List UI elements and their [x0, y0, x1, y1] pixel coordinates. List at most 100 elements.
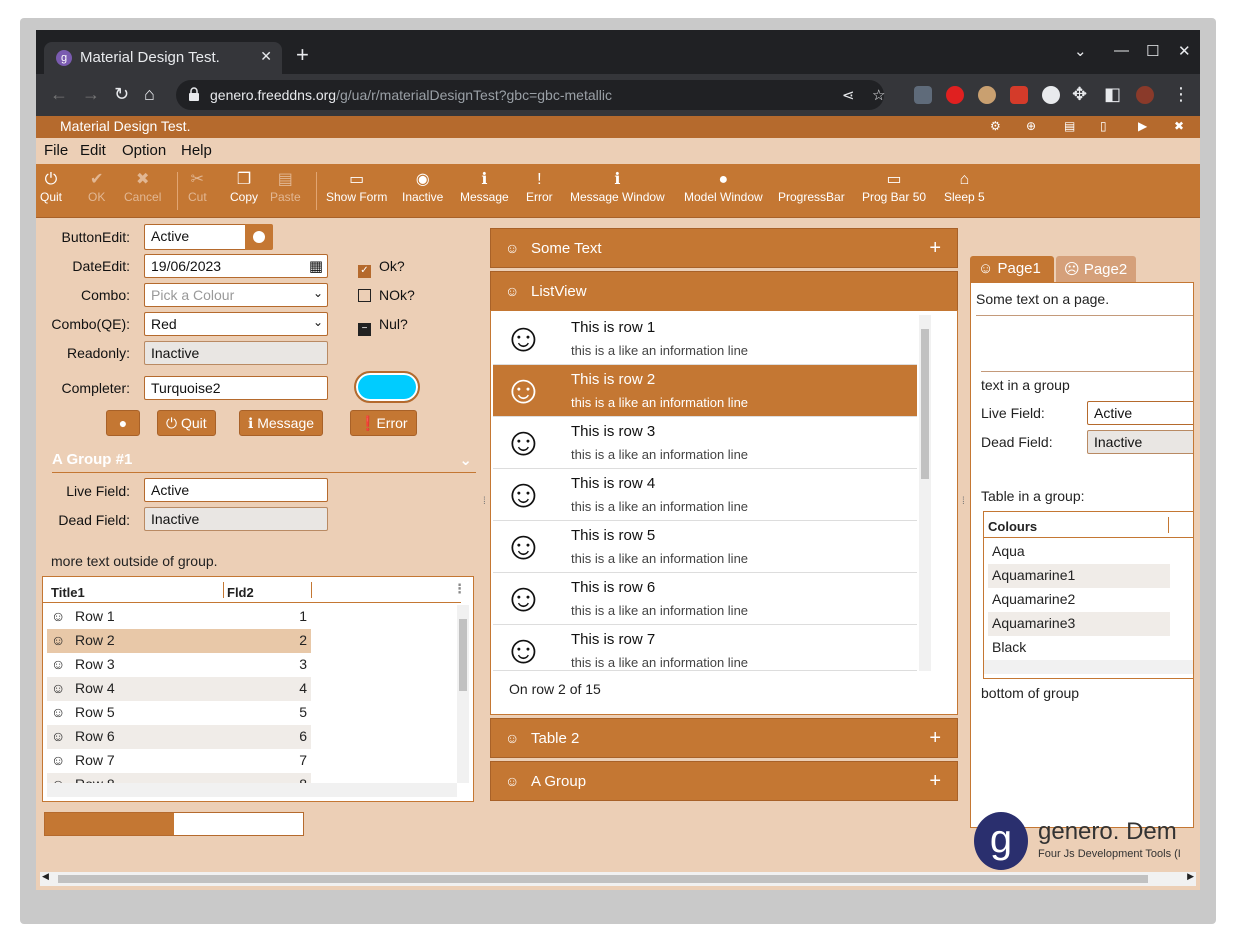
tab-page1[interactable]: ☺ Page1	[970, 256, 1054, 282]
accordion-table-2[interactable]: ☺ Table 2 +	[490, 718, 958, 758]
quit-button[interactable]: ⏻ Quit	[157, 410, 216, 436]
action-error-button[interactable]: ! Error	[526, 170, 553, 204]
address-bar[interactable]: genero.freeddns.org/g/ua/r/materialDesig…	[176, 80, 885, 110]
horizontal-scrollbar[interactable]	[984, 660, 1193, 674]
close-window-icon[interactable]: ✕	[1178, 42, 1191, 60]
vertical-scrollbar[interactable]	[457, 605, 469, 783]
splitter-handle[interactable]: ⁞	[483, 496, 487, 507]
menu-help[interactable]: Help	[181, 142, 212, 159]
buttonedit-button[interactable]	[245, 224, 273, 250]
document-icon[interactable]: ▤	[1064, 119, 1075, 133]
menu-option[interactable]: Option	[122, 142, 166, 159]
table-row[interactable]: ☺ Row 1 1	[47, 605, 311, 629]
calendar-icon[interactable]: ▦	[309, 257, 323, 275]
nul-checkbox[interactable]: − Nul?	[358, 316, 408, 336]
tab-search-icon[interactable]: ⌄	[1074, 42, 1087, 60]
action-inactive-button[interactable]: ◉ Inactive	[402, 170, 443, 204]
action-model-window-button[interactable]: ● Model Window	[684, 170, 763, 204]
close-app-icon[interactable]: ✖	[1174, 119, 1184, 133]
minimize-icon[interactable]: —	[1114, 42, 1129, 59]
column-header[interactable]: Colours	[988, 519, 1037, 534]
table-row[interactable]: ☺ Row 5 5	[47, 701, 311, 725]
list-item[interactable]: ☺ This is row 4 this is a like an informat…	[493, 469, 917, 521]
completer-field[interactable]: Turquoise2	[144, 376, 328, 400]
menu-edit[interactable]: Edit	[80, 142, 106, 159]
splitter-handle[interactable]: ⁞	[962, 496, 966, 507]
bookmark-star-icon[interactable]: ☆	[872, 86, 885, 104]
avatar[interactable]	[1136, 86, 1154, 104]
table-row[interactable]: ☺ Row 7 7	[47, 749, 311, 773]
color-pill-button[interactable]	[354, 371, 420, 403]
table-row[interactable]: ☺ Row 4 4	[47, 677, 311, 701]
action-copy-button[interactable]: ❐ Copy	[230, 170, 258, 204]
action-quit-button[interactable]: ⏻ Quit	[40, 170, 62, 204]
error-button[interactable]: ❗Error	[350, 410, 417, 436]
table-row[interactable]: Aquamarine3	[988, 612, 1170, 636]
group-title[interactable]: A Group #1 ⌄	[52, 451, 476, 473]
nok-checkbox[interactable]: NOk?	[358, 287, 415, 303]
column-header[interactable]: Title1	[51, 585, 85, 600]
live-field[interactable]: Active	[144, 478, 328, 502]
menu-file[interactable]: File	[44, 142, 68, 159]
home-icon[interactable]: ⌂	[144, 84, 155, 104]
action-ok-button[interactable]: ✔ OK	[88, 170, 105, 204]
bomb-button[interactable]: ●	[106, 410, 140, 436]
list-item[interactable]: ☺ This is row 1 this is a like an informat…	[493, 313, 917, 365]
table-row[interactable]: Aquamarine1	[988, 564, 1170, 588]
extension-icon[interactable]	[946, 86, 964, 104]
settings-icon[interactable]: ⚙	[990, 119, 1001, 133]
list-item[interactable]: ☺ This is row 3 this is a like an informat…	[493, 417, 917, 469]
dateedit-field[interactable]: 19/06/2023 ▦	[144, 254, 328, 278]
new-tab-icon[interactable]: +	[296, 44, 309, 66]
accordion-a-group[interactable]: ☺ A Group +	[490, 761, 958, 801]
list-item[interactable]: ☺ This is row 6 this is a like an informat…	[493, 573, 917, 625]
action-paste-button[interactable]: ▤ Paste	[270, 170, 301, 204]
horizontal-scrollbar[interactable]	[47, 783, 457, 797]
table-row[interactable]: ☺ Row 3 3	[47, 653, 311, 677]
extension-icon[interactable]	[1042, 86, 1060, 104]
buttonedit-field[interactable]: Active	[144, 224, 273, 250]
action-message-button[interactable]: ℹ Message	[460, 170, 509, 204]
action-prog-bar-50-button[interactable]: ▭ Prog Bar 50	[862, 170, 926, 204]
action-cut-button[interactable]: ✂ Cut	[188, 170, 207, 204]
list-item[interactable]: ☺ This is row 7 this is a like an informat…	[493, 625, 917, 671]
accordion-some-text[interactable]: ☺ Some Text +	[490, 228, 958, 268]
scroll-left-icon[interactable]: ◀	[42, 871, 49, 882]
action-message-window-button[interactable]: ℹ Message Window	[570, 170, 665, 204]
forward-icon[interactable]: →	[82, 84, 100, 104]
action-cancel-button[interactable]: ✖ Cancel	[124, 170, 161, 204]
combo-field[interactable]: Pick a Colour ⌄	[144, 283, 328, 307]
table-row[interactable]: Aquamarine2	[988, 588, 1170, 612]
reload-icon[interactable]: ↻	[114, 84, 129, 104]
ok-checkbox[interactable]: ✓ Ok?	[358, 258, 405, 278]
browser-tab[interactable]: g Material Design Test. ✕	[44, 42, 282, 74]
message-button[interactable]: ℹ Message	[239, 410, 324, 436]
file-icon[interactable]: ▯	[1100, 119, 1107, 133]
page-horizontal-scrollbar[interactable]: ◀ ▶	[40, 871, 1196, 886]
list-item[interactable]: ☺ This is row 2 this is a like an informat…	[493, 365, 917, 417]
scroll-right-icon[interactable]: ▶	[1187, 871, 1194, 882]
kebab-menu-icon[interactable]: ⋮	[1172, 84, 1190, 104]
extension-icon[interactable]	[1010, 86, 1028, 104]
list-item[interactable]: ☺ This is row 5 this is a like an informat…	[493, 521, 917, 573]
globe-icon[interactable]: ⊕	[1026, 119, 1036, 133]
extension-icon[interactable]	[914, 86, 932, 104]
table-row[interactable]: Black	[988, 636, 1170, 660]
vertical-scrollbar[interactable]	[919, 315, 931, 671]
action-progressbar-button[interactable]: ProgressBar	[778, 170, 845, 204]
live-field[interactable]: Active	[1087, 401, 1193, 425]
action-sleep-5-button[interactable]: ⌂ Sleep 5	[944, 170, 985, 204]
table-row[interactable]: ☺ Row 2 2	[47, 629, 311, 653]
action-show-form-button[interactable]: ▭ Show Form	[326, 170, 387, 204]
close-tab-icon[interactable]: ✕	[260, 48, 272, 65]
table-row[interactable]: Aqua	[988, 540, 1170, 564]
maximize-icon[interactable]: ☐	[1146, 42, 1159, 60]
accordion-listview[interactable]: ☺ ListView	[490, 271, 958, 311]
comboqe-field[interactable]: Red ⌄	[144, 312, 328, 336]
back-icon[interactable]: ←	[50, 84, 68, 104]
extension-icon[interactable]	[978, 86, 996, 104]
play-icon[interactable]: ▶	[1138, 119, 1147, 133]
sidepanel-icon[interactable]: ◧	[1104, 84, 1121, 104]
column-header[interactable]: Fld2	[227, 585, 254, 600]
table-row[interactable]: ☺ Row 6 6	[47, 725, 311, 749]
